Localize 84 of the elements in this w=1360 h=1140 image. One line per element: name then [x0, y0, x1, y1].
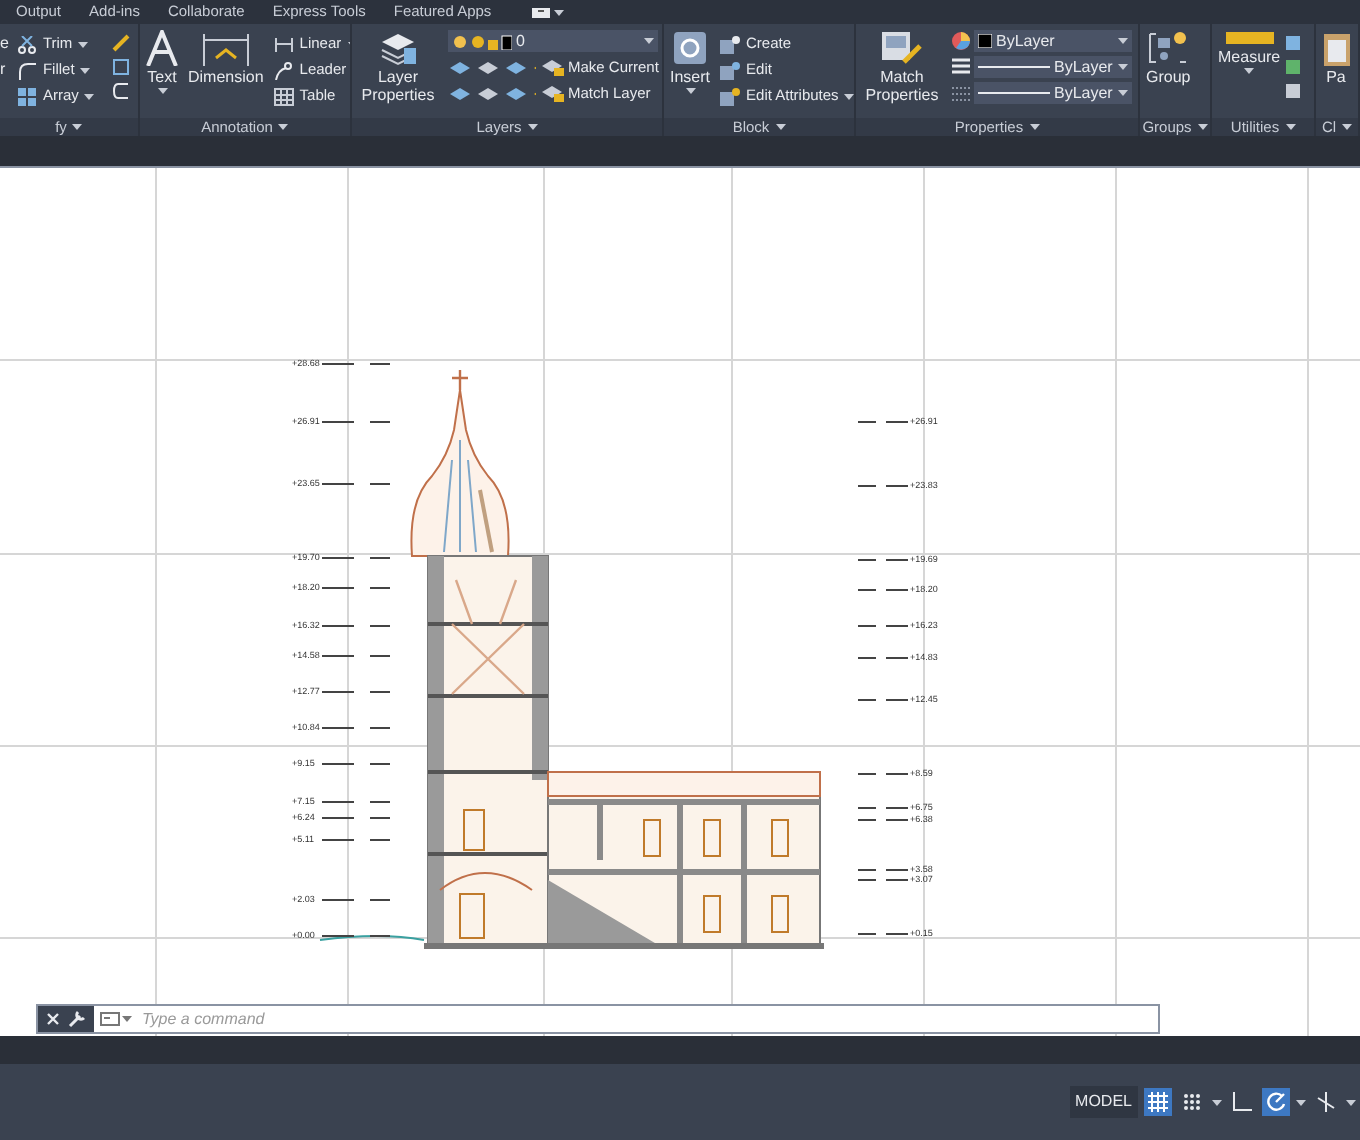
- array-icon: [18, 87, 37, 105]
- leader-icon: [273, 61, 294, 79]
- insert-block-icon: [672, 30, 708, 66]
- caret-icon: [553, 9, 564, 15]
- color-wheel-icon: [952, 32, 970, 50]
- fillet-icon: [18, 61, 37, 79]
- workspace-button[interactable]: [531, 7, 564, 17]
- edit-attributes-icon: [720, 87, 741, 105]
- caret-icon: [1029, 124, 1040, 130]
- caret-icon: [157, 88, 167, 94]
- caret-icon: [1118, 90, 1128, 96]
- caret-icon: [1285, 124, 1296, 130]
- caret-icon: [1346, 1099, 1356, 1105]
- make-current-layer-icon: [542, 58, 564, 77]
- caret-icon: [1296, 1099, 1306, 1105]
- status-toggle[interactable]: [1312, 1088, 1340, 1116]
- line-sample-icon: [978, 64, 1050, 70]
- ortho-icon: [1230, 1090, 1254, 1114]
- caret-icon: [1197, 124, 1208, 130]
- dimension-icon: [199, 30, 252, 66]
- caret-icon: [278, 124, 289, 130]
- clipboard-icon: [1322, 30, 1350, 66]
- model-space-button[interactable]: MODEL: [1069, 1086, 1138, 1118]
- status-toggle[interactable]: [1144, 1088, 1172, 1116]
- status-toggle[interactable]: [1228, 1088, 1256, 1116]
- command-input[interactable]: Type a command: [138, 1006, 1158, 1032]
- caret-icon: [685, 88, 695, 94]
- status-toggle[interactable]: [1262, 1088, 1290, 1116]
- layer-dropdown[interactable]: 0: [448, 30, 659, 52]
- caret-icon: [78, 41, 89, 47]
- letter-a-icon: [146, 30, 178, 66]
- tool-label[interactable]: r: [0, 60, 9, 80]
- large-tool-button[interactable]: Pa: [1322, 30, 1350, 86]
- close-button[interactable]: [46, 1012, 60, 1026]
- large-tool-button[interactable]: Insert: [670, 30, 711, 94]
- linear-dimension-icon: [273, 35, 294, 53]
- caret-icon: [1212, 1099, 1222, 1105]
- lineweight-icon: [952, 58, 970, 76]
- create-block-icon: [720, 35, 741, 53]
- caret-icon: [1118, 38, 1128, 44]
- property-dropdown[interactable]: ByLayer: [974, 56, 1132, 78]
- caret-icon: [1342, 124, 1353, 130]
- caret-icon: [644, 38, 655, 44]
- large-tool-button[interactable]: Dimension: [188, 30, 264, 86]
- large-tool-button[interactable]: Group: [1146, 30, 1191, 86]
- property-dropdown[interactable]: ByLayer: [974, 30, 1132, 52]
- caret-icon: [84, 93, 95, 99]
- polar-tracking-icon: [1264, 1090, 1288, 1114]
- large-tool-button[interactable]: Text: [146, 30, 178, 94]
- window-icon: [531, 7, 550, 17]
- tool-label[interactable]: e: [0, 34, 9, 54]
- wrench-icon: [68, 1010, 86, 1028]
- caret-icon: [1118, 64, 1128, 70]
- caret-icon: [72, 124, 83, 130]
- caret-icon: [80, 67, 91, 73]
- recent-commands-button[interactable]: [94, 1006, 138, 1032]
- customize-button[interactable]: [68, 1010, 86, 1028]
- snap-icon: [1180, 1090, 1204, 1114]
- scissors-icon: [18, 35, 37, 53]
- linetype-icon: [952, 84, 970, 102]
- caret-icon: [775, 124, 786, 130]
- large-tool-button[interactable]: Measure: [1218, 30, 1281, 74]
- match-properties-icon: [880, 30, 924, 66]
- isodraft-icon: [1314, 1090, 1338, 1114]
- layer-state-icons: [452, 33, 512, 49]
- caret-icon: [1244, 68, 1255, 74]
- large-tool-button[interactable]: Match Properties: [862, 30, 942, 104]
- large-tool-button[interactable]: Layer Properties: [358, 30, 438, 104]
- color-swatch-icon: [978, 34, 992, 48]
- ruler-icon: [1225, 30, 1274, 46]
- property-dropdown[interactable]: ByLayer: [974, 82, 1132, 104]
- grid-icon: [1146, 1090, 1170, 1114]
- edit-block-icon: [720, 61, 741, 79]
- caret-icon: [527, 124, 538, 130]
- command-prompt-icon: [100, 1012, 120, 1026]
- close-icon: [46, 1012, 60, 1026]
- status-toggle[interactable]: [1178, 1088, 1206, 1116]
- group-icon: [1146, 30, 1191, 66]
- caret-icon: [844, 93, 854, 99]
- caret-icon: [122, 1016, 132, 1022]
- layer-stack-icon: [378, 30, 418, 66]
- table-icon: [273, 87, 294, 105]
- line-sample-icon: [978, 90, 1050, 96]
- match-layer-icon: [542, 84, 564, 103]
